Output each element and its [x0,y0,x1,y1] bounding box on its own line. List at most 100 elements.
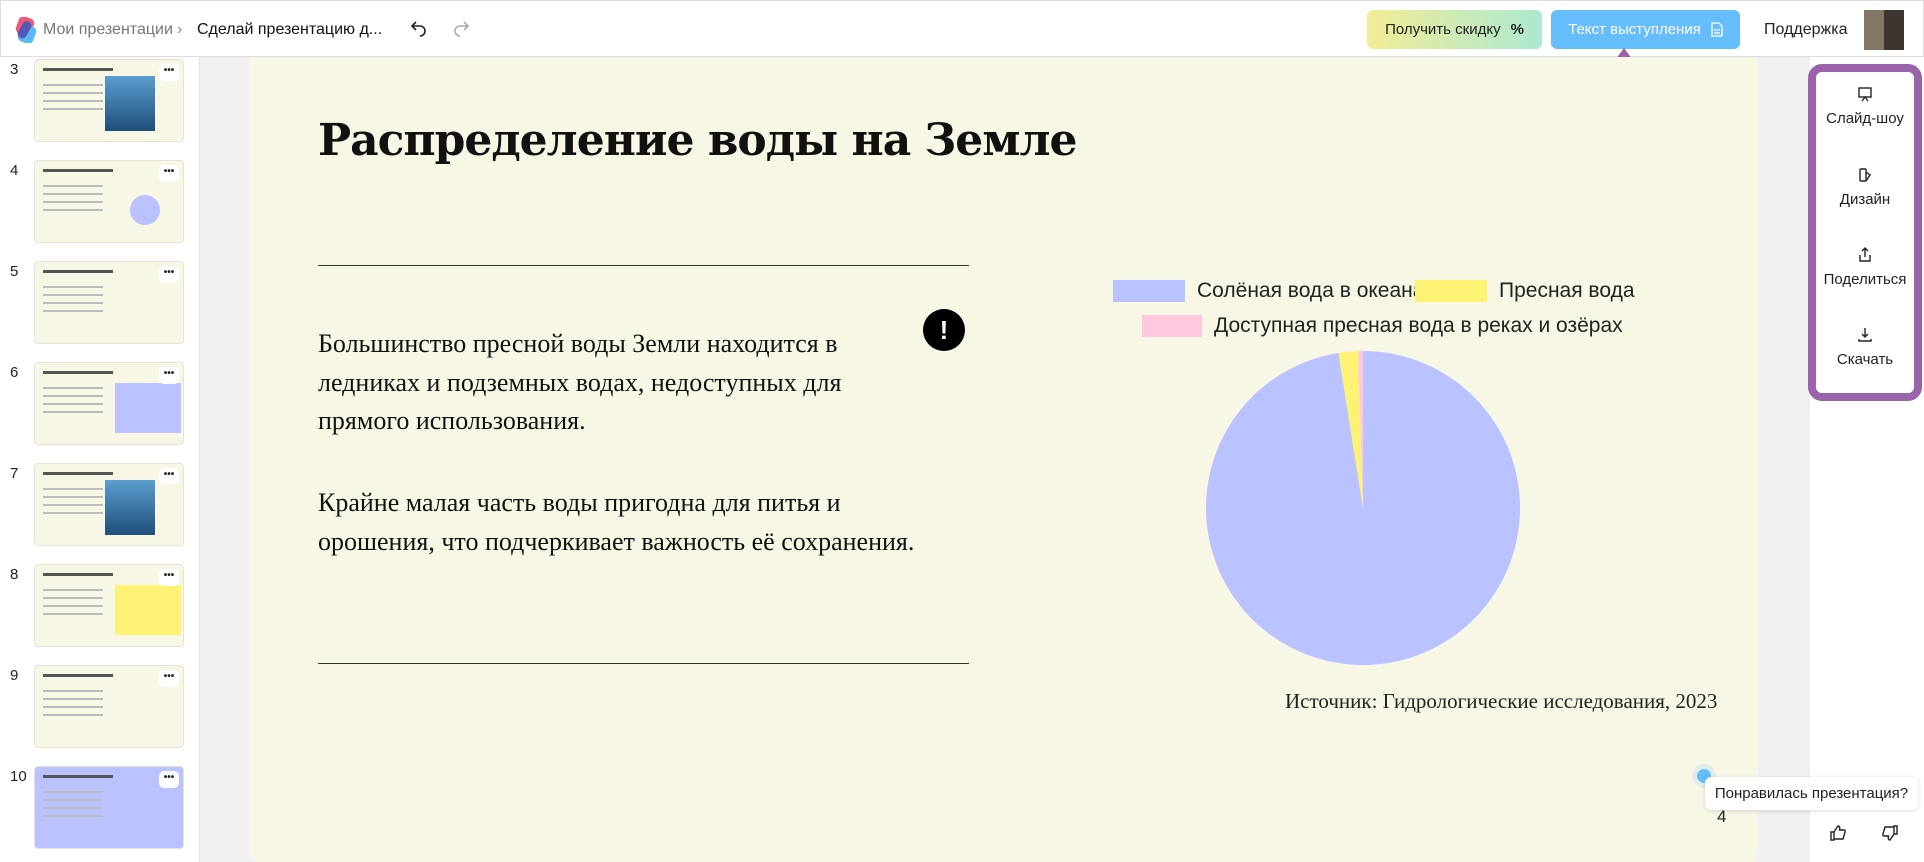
slide-menu-button[interactable]: ••• [159,266,179,283]
thumb-title [43,270,113,273]
thumb-text-line [43,488,103,490]
legend-swatch [1113,280,1185,302]
slide-thumbnail[interactable]: ••• [34,59,184,142]
thumb-text-line [43,84,103,86]
thumb-text-line [43,597,103,599]
thumb-block [115,585,181,635]
my-presentations-link[interactable]: Мои презентации [43,21,173,39]
slide-menu-button[interactable]: ••• [159,165,179,182]
thumb-text-line [43,209,103,211]
slide-number: 3 [10,61,19,78]
slide-title[interactable]: Распределение воды на Земле [318,115,1078,166]
design-label: Дизайн [1839,191,1891,208]
slide-thumbnail[interactable]: ••• [34,665,184,748]
thumb-text-line [43,387,103,389]
thumbs-down-icon[interactable] [1881,824,1899,842]
slide-thumbnail[interactable]: ••• [34,160,184,243]
slide-thumbnail[interactable]: ••• [34,261,184,344]
support-link[interactable]: Поддержка [1764,21,1847,39]
share-label: Поделиться [1823,271,1907,288]
slide-thumbnail[interactable]: ••• [34,564,184,647]
page-number: 4 [1717,807,1727,826]
share-button[interactable]: Поделиться [1816,247,1914,288]
download-icon [1858,328,1872,342]
redo-icon[interactable] [453,21,471,37]
thumb-title [43,472,113,475]
thumb-text-line [43,310,103,312]
slide-paragraph-2[interactable]: Крайне малая часть воды пригодна для пит… [318,484,918,561]
thumb-text-line [43,92,103,94]
presentation-title[interactable]: Сделай презентацию д... [197,21,382,39]
slide-canvas[interactable] [249,57,1758,862]
divider-bottom [318,663,969,664]
breadcrumb-chevron-icon: › [177,21,183,38]
slide-menu-button[interactable]: ••• [159,771,179,788]
thumb-text-line [43,706,103,708]
thumb-text-line [43,714,103,716]
palette-icon [1859,168,1871,182]
slide-menu-button[interactable]: ••• [159,468,179,485]
slide-thumbnail[interactable]: ••• [34,362,184,445]
slide-thumbnails-sidebar[interactable]: 3 ••• 4 ••• 5 ••• 6 ••• 7 ••• 8 ••• 9 ••• 10 ••• [0,57,200,862]
app-logo-icon[interactable] [13,17,39,43]
thumb-title [43,169,113,172]
slide-number: 5 [10,263,19,280]
thumbs-up-icon[interactable] [1829,824,1847,842]
thumb-text-line [43,201,103,203]
thumb-title [43,674,113,677]
get-discount-button[interactable]: Получить скидку% [1367,10,1542,49]
speech-label: Текст выступления [1568,21,1701,38]
thumb-text-line [43,294,103,296]
thumb-title [43,573,113,576]
slideshow-button[interactable]: Слайд-шоу [1816,86,1914,127]
user-avatar[interactable] [1864,10,1904,50]
share-icon [1859,247,1871,262]
speech-text-button[interactable]: Текст выступления [1551,10,1740,49]
slide-menu-button[interactable]: ••• [159,64,179,81]
thumb-title [43,68,113,71]
pie-chart [1206,351,1520,665]
thumb-text-line [43,605,103,607]
thumb-text-line [43,799,103,801]
thumb-image [105,76,155,131]
thumb-text-line [43,589,103,591]
thumb-text-line [43,504,103,506]
thumb-text-line [43,193,103,195]
slide-menu-button[interactable]: ••• [159,367,179,384]
thumb-block [115,383,181,433]
undo-icon[interactable] [409,21,427,37]
thumb-text-line [43,496,103,498]
divider-top [318,265,969,266]
legend-item-available: Доступная пресная вода в реках и озёрах [1142,314,1623,338]
thumb-text-line [43,286,103,288]
download-button[interactable]: Скачать [1816,327,1914,368]
slide-paragraph-1[interactable]: Большинство пресной воды Земли находится… [318,325,918,441]
thumb-text-line [43,690,103,692]
slide-number: 7 [10,465,19,482]
thumb-text-line [43,807,103,809]
design-button[interactable]: Дизайн [1816,167,1914,208]
presentation-icon [1858,87,1872,102]
slide-number: 6 [10,364,19,381]
slide-number: 9 [10,667,19,684]
slide-number: 4 [10,162,19,179]
thumb-text-line [43,395,103,397]
thumb-text-line [43,512,103,514]
slide-number: 8 [10,566,19,583]
download-label: Скачать [1836,351,1894,368]
thumb-pie [130,195,160,225]
legend-label: Пресная вода [1499,279,1635,302]
alert-icon: ! [923,309,965,351]
thumb-text-line [43,403,103,405]
legend-swatch [1415,280,1487,302]
percent-icon: % [1510,21,1524,38]
thumb-text-line [43,411,103,413]
top-bar: Мои презентации › Сделай презентацию д..… [0,0,1924,57]
slide-thumbnail[interactable]: ••• [34,766,184,849]
slide-menu-button[interactable]: ••• [159,569,179,586]
thumb-title [43,371,113,374]
thumb-text-line [43,698,103,700]
slide-thumbnail[interactable]: ••• [34,463,184,546]
legend-swatch [1142,315,1202,337]
slide-menu-button[interactable]: ••• [159,670,179,687]
